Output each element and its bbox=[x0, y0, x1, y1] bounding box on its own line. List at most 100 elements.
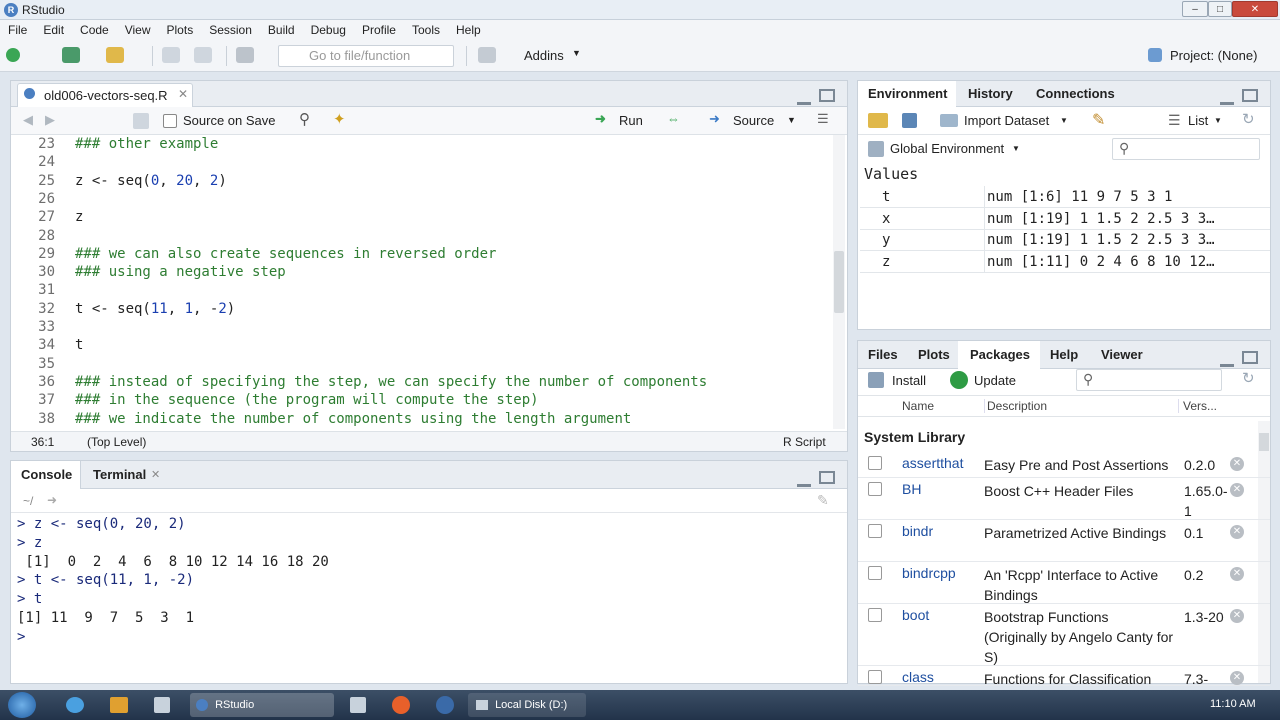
environment-row[interactable]: y num [1:19] 1 1.5 2 2.5 3 3… bbox=[860, 229, 1270, 252]
tab-console[interactable]: Console bbox=[11, 461, 81, 489]
code-line[interactable]: 26 bbox=[11, 190, 75, 208]
package-name[interactable]: bindr bbox=[902, 523, 933, 539]
search-icon[interactable]: ⚲ bbox=[299, 110, 310, 128]
broom-icon[interactable]: ✎ bbox=[1092, 110, 1105, 130]
install-button[interactable]: Install bbox=[892, 373, 926, 388]
menu-build[interactable]: Build bbox=[260, 23, 303, 37]
close-button[interactable]: ✕ bbox=[1232, 1, 1278, 17]
code-line[interactable]: 29 ### we can also create sequences in re… bbox=[11, 245, 496, 263]
maximize-pane-icon[interactable] bbox=[819, 89, 835, 102]
col-description[interactable]: Description bbox=[984, 399, 1047, 413]
package-checkbox[interactable] bbox=[868, 566, 882, 580]
new-project-icon[interactable] bbox=[62, 47, 80, 63]
code-area[interactable]: 23 ### other example 24 25 z <- seq(0, 20, 2… bbox=[11, 135, 831, 429]
open-file-icon[interactable] bbox=[106, 47, 124, 63]
scope-indicator[interactable]: (Top Level) bbox=[87, 435, 146, 449]
code-line[interactable]: 31 bbox=[11, 281, 75, 299]
editor-scroll-thumb[interactable] bbox=[834, 251, 844, 313]
code-line[interactable]: 35 bbox=[11, 355, 75, 373]
save-workspace-icon[interactable] bbox=[902, 113, 917, 128]
source-button[interactable]: Source bbox=[733, 113, 774, 128]
tab-terminal[interactable]: Terminal bbox=[93, 467, 146, 482]
maximize-console-icon[interactable] bbox=[819, 471, 835, 484]
back-arrow-icon[interactable]: ◀ bbox=[23, 112, 33, 128]
save-file-icon[interactable] bbox=[133, 113, 149, 129]
ie-taskbar-icon[interactable] bbox=[66, 697, 84, 713]
code-line[interactable]: 27 z bbox=[11, 208, 83, 226]
code-line[interactable]: 24 bbox=[11, 153, 75, 171]
tab-plots[interactable]: Plots bbox=[918, 347, 950, 362]
package-name[interactable]: BH bbox=[902, 481, 921, 497]
remove-package-icon[interactable]: ✕ bbox=[1230, 567, 1244, 581]
outline-icon[interactable]: ☰ bbox=[817, 111, 829, 127]
remove-package-icon[interactable]: ✕ bbox=[1230, 457, 1244, 471]
package-row[interactable]: class Functions for Classification 7.3- ✕ bbox=[858, 666, 1270, 686]
environment-search-input[interactable]: ⚲ bbox=[1112, 138, 1260, 160]
save-all-icon[interactable] bbox=[194, 47, 212, 63]
package-name[interactable]: bindrcpp bbox=[902, 565, 956, 581]
addins-menu[interactable]: Addins bbox=[524, 48, 564, 63]
package-checkbox[interactable] bbox=[868, 608, 882, 622]
menu-session[interactable]: Session bbox=[201, 23, 260, 37]
package-checkbox[interactable] bbox=[868, 670, 882, 684]
code-line[interactable]: 30 ### using a negative step bbox=[11, 263, 286, 281]
code-line[interactable]: 33 bbox=[11, 318, 75, 336]
package-row[interactable]: bindr Parametrized Active Bindings 0.1 ✕ bbox=[858, 520, 1270, 562]
code-line[interactable]: 23 ### other example bbox=[11, 135, 218, 153]
go-to-file-input[interactable]: Go to file/function bbox=[278, 45, 454, 67]
tab-packages[interactable]: Packages bbox=[958, 341, 1040, 369]
package-checkbox[interactable] bbox=[868, 456, 882, 470]
rstudio-taskbar-item[interactable]: RStudio bbox=[190, 693, 334, 717]
refresh-icon[interactable]: ↻ bbox=[1242, 110, 1255, 128]
magic-wand-icon[interactable]: ✦ bbox=[333, 110, 346, 128]
remove-package-icon[interactable]: ✕ bbox=[1230, 671, 1244, 685]
tab-viewer[interactable]: Viewer bbox=[1101, 347, 1143, 362]
start-button[interactable] bbox=[8, 692, 36, 718]
remove-package-icon[interactable]: ✕ bbox=[1230, 609, 1244, 623]
package-row[interactable]: bindrcpp An 'Rcpp' Interface to Active Bi… bbox=[858, 562, 1270, 604]
code-line[interactable]: 25 z <- seq(0, 20, 2) bbox=[11, 172, 227, 190]
package-row[interactable]: BH Boost C++ Header Files 1.65.0-1 ✕ bbox=[858, 478, 1270, 520]
code-line[interactable]: 37 ### in the sequence (the program will … bbox=[11, 391, 538, 409]
environment-row[interactable]: z num [1:11] 0 2 4 6 8 10 12… bbox=[860, 250, 1270, 273]
update-button[interactable]: Update bbox=[974, 373, 1016, 388]
environment-row[interactable]: t num [1:6] 11 9 7 5 3 1 bbox=[860, 186, 1270, 208]
tab-files[interactable]: Files bbox=[868, 347, 898, 362]
grid-layout-icon[interactable] bbox=[478, 47, 496, 63]
close-tab-icon[interactable]: ✕ bbox=[178, 87, 188, 101]
print-icon[interactable] bbox=[236, 47, 254, 63]
new-file-icon[interactable] bbox=[6, 48, 20, 62]
media-taskbar-icon[interactable] bbox=[110, 697, 128, 713]
forward-arrow-icon[interactable]: ▶ bbox=[45, 112, 55, 128]
sigma-taskbar-icon[interactable] bbox=[436, 696, 454, 714]
local-disk-taskbar-item[interactable]: Local Disk (D:) bbox=[468, 693, 586, 717]
source-dropdown-icon[interactable]: ▼ bbox=[787, 115, 796, 125]
editor-scrollbar[interactable] bbox=[833, 135, 845, 429]
col-name[interactable]: Name bbox=[902, 399, 934, 413]
file-type-indicator[interactable]: R Script bbox=[783, 435, 826, 449]
tab-connections[interactable]: Connections bbox=[1036, 86, 1115, 101]
package-row[interactable]: boot Bootstrap Functions (Originally by A… bbox=[858, 604, 1270, 666]
tab-help[interactable]: Help bbox=[1050, 347, 1078, 362]
menu-view[interactable]: View bbox=[117, 23, 159, 37]
minimize-console-icon[interactable] bbox=[797, 477, 811, 487]
go-to-directory-icon[interactable]: ➜ bbox=[47, 493, 57, 507]
maximize-button[interactable]: □ bbox=[1208, 1, 1232, 17]
chevron-down-icon[interactable]: ▼ bbox=[572, 48, 581, 58]
minimize-env-icon[interactable] bbox=[1220, 95, 1234, 105]
menu-edit[interactable]: Edit bbox=[35, 23, 72, 37]
tab-history[interactable]: History bbox=[968, 86, 1013, 101]
package-name[interactable]: boot bbox=[902, 607, 929, 623]
tab-environment[interactable]: Environment bbox=[858, 81, 956, 107]
import-dropdown-icon[interactable]: ▼ bbox=[1060, 116, 1068, 125]
package-row[interactable]: assertthat Easy Pre and Post Assertions 0.… bbox=[858, 452, 1270, 478]
console-output[interactable]: > z <- seq(0, 20, 2) > z [1] 0 2 4 6 8 10… bbox=[17, 515, 837, 681]
env-dropdown-icon[interactable]: ▼ bbox=[1012, 144, 1020, 153]
refresh-packages-icon[interactable]: ↻ bbox=[1242, 369, 1255, 387]
minimize-button[interactable]: – bbox=[1182, 1, 1208, 17]
packages-scroll-thumb[interactable] bbox=[1259, 433, 1269, 451]
packages-search-input[interactable]: ⚲ bbox=[1076, 369, 1222, 391]
menu-profile[interactable]: Profile bbox=[354, 23, 404, 37]
maximize-env-icon[interactable] bbox=[1242, 89, 1258, 102]
firefox-taskbar-icon[interactable] bbox=[392, 696, 410, 714]
